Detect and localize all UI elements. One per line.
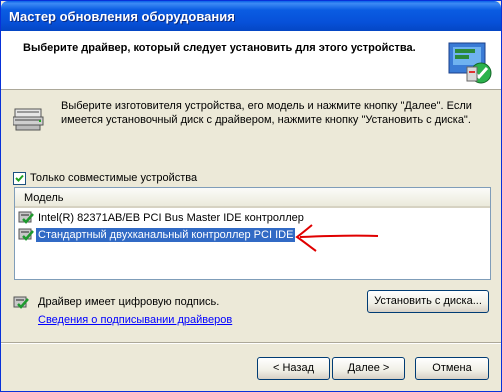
- driver-signing-info-link[interactable]: Сведения о подписывании драйверов: [38, 314, 232, 326]
- printer-icon: [13, 108, 44, 131]
- hardware-wizard-icon: [448, 42, 492, 84]
- intro-instruction: Выберите изготовителя устройства, его мо…: [61, 100, 472, 126]
- cancel-button[interactable]: Отмена: [415, 357, 489, 380]
- title-bar[interactable]: Мастер обновления оборудования: [1, 1, 501, 31]
- hardware-update-wizard-window: Мастер обновления оборудования Выберите …: [0, 0, 502, 392]
- annotation-arrow-icon: [295, 224, 379, 252]
- model-listbox[interactable]: Модель Intel(R) 82371AB/EB PCI Bus Maste…: [14, 187, 491, 280]
- signed-driver-icon: [13, 296, 29, 309]
- footer-divider: [1, 342, 501, 344]
- model-column-label: Модель: [24, 192, 64, 204]
- driver-signature-status: Драйвер имеет цифровую подпись.: [38, 296, 220, 308]
- next-button[interactable]: Далее >: [332, 357, 405, 380]
- window-title: Мастер обновления оборудования: [9, 9, 235, 24]
- wizard-header: Выберите драйвер, который следует устано…: [1, 31, 501, 90]
- have-disk-button[interactable]: Установить с диска...: [367, 290, 489, 313]
- back-button[interactable]: < Назад: [257, 357, 330, 380]
- compatible-devices-checkbox[interactable]: [13, 172, 26, 185]
- checkmark-icon: [15, 174, 24, 182]
- compatible-devices-label[interactable]: Только совместимые устройства: [30, 172, 197, 184]
- signed-driver-icon: [18, 228, 34, 241]
- list-item-label: Intel(R) 82371AB/EB PCI Bus Master IDE к…: [38, 212, 304, 224]
- signed-driver-icon: [18, 211, 34, 224]
- list-item-label: Стандартный двухканальный контроллер PCI…: [36, 228, 296, 242]
- header-instruction: Выберите драйвер, который следует устано…: [23, 42, 416, 54]
- model-column-header[interactable]: Модель: [15, 188, 490, 208]
